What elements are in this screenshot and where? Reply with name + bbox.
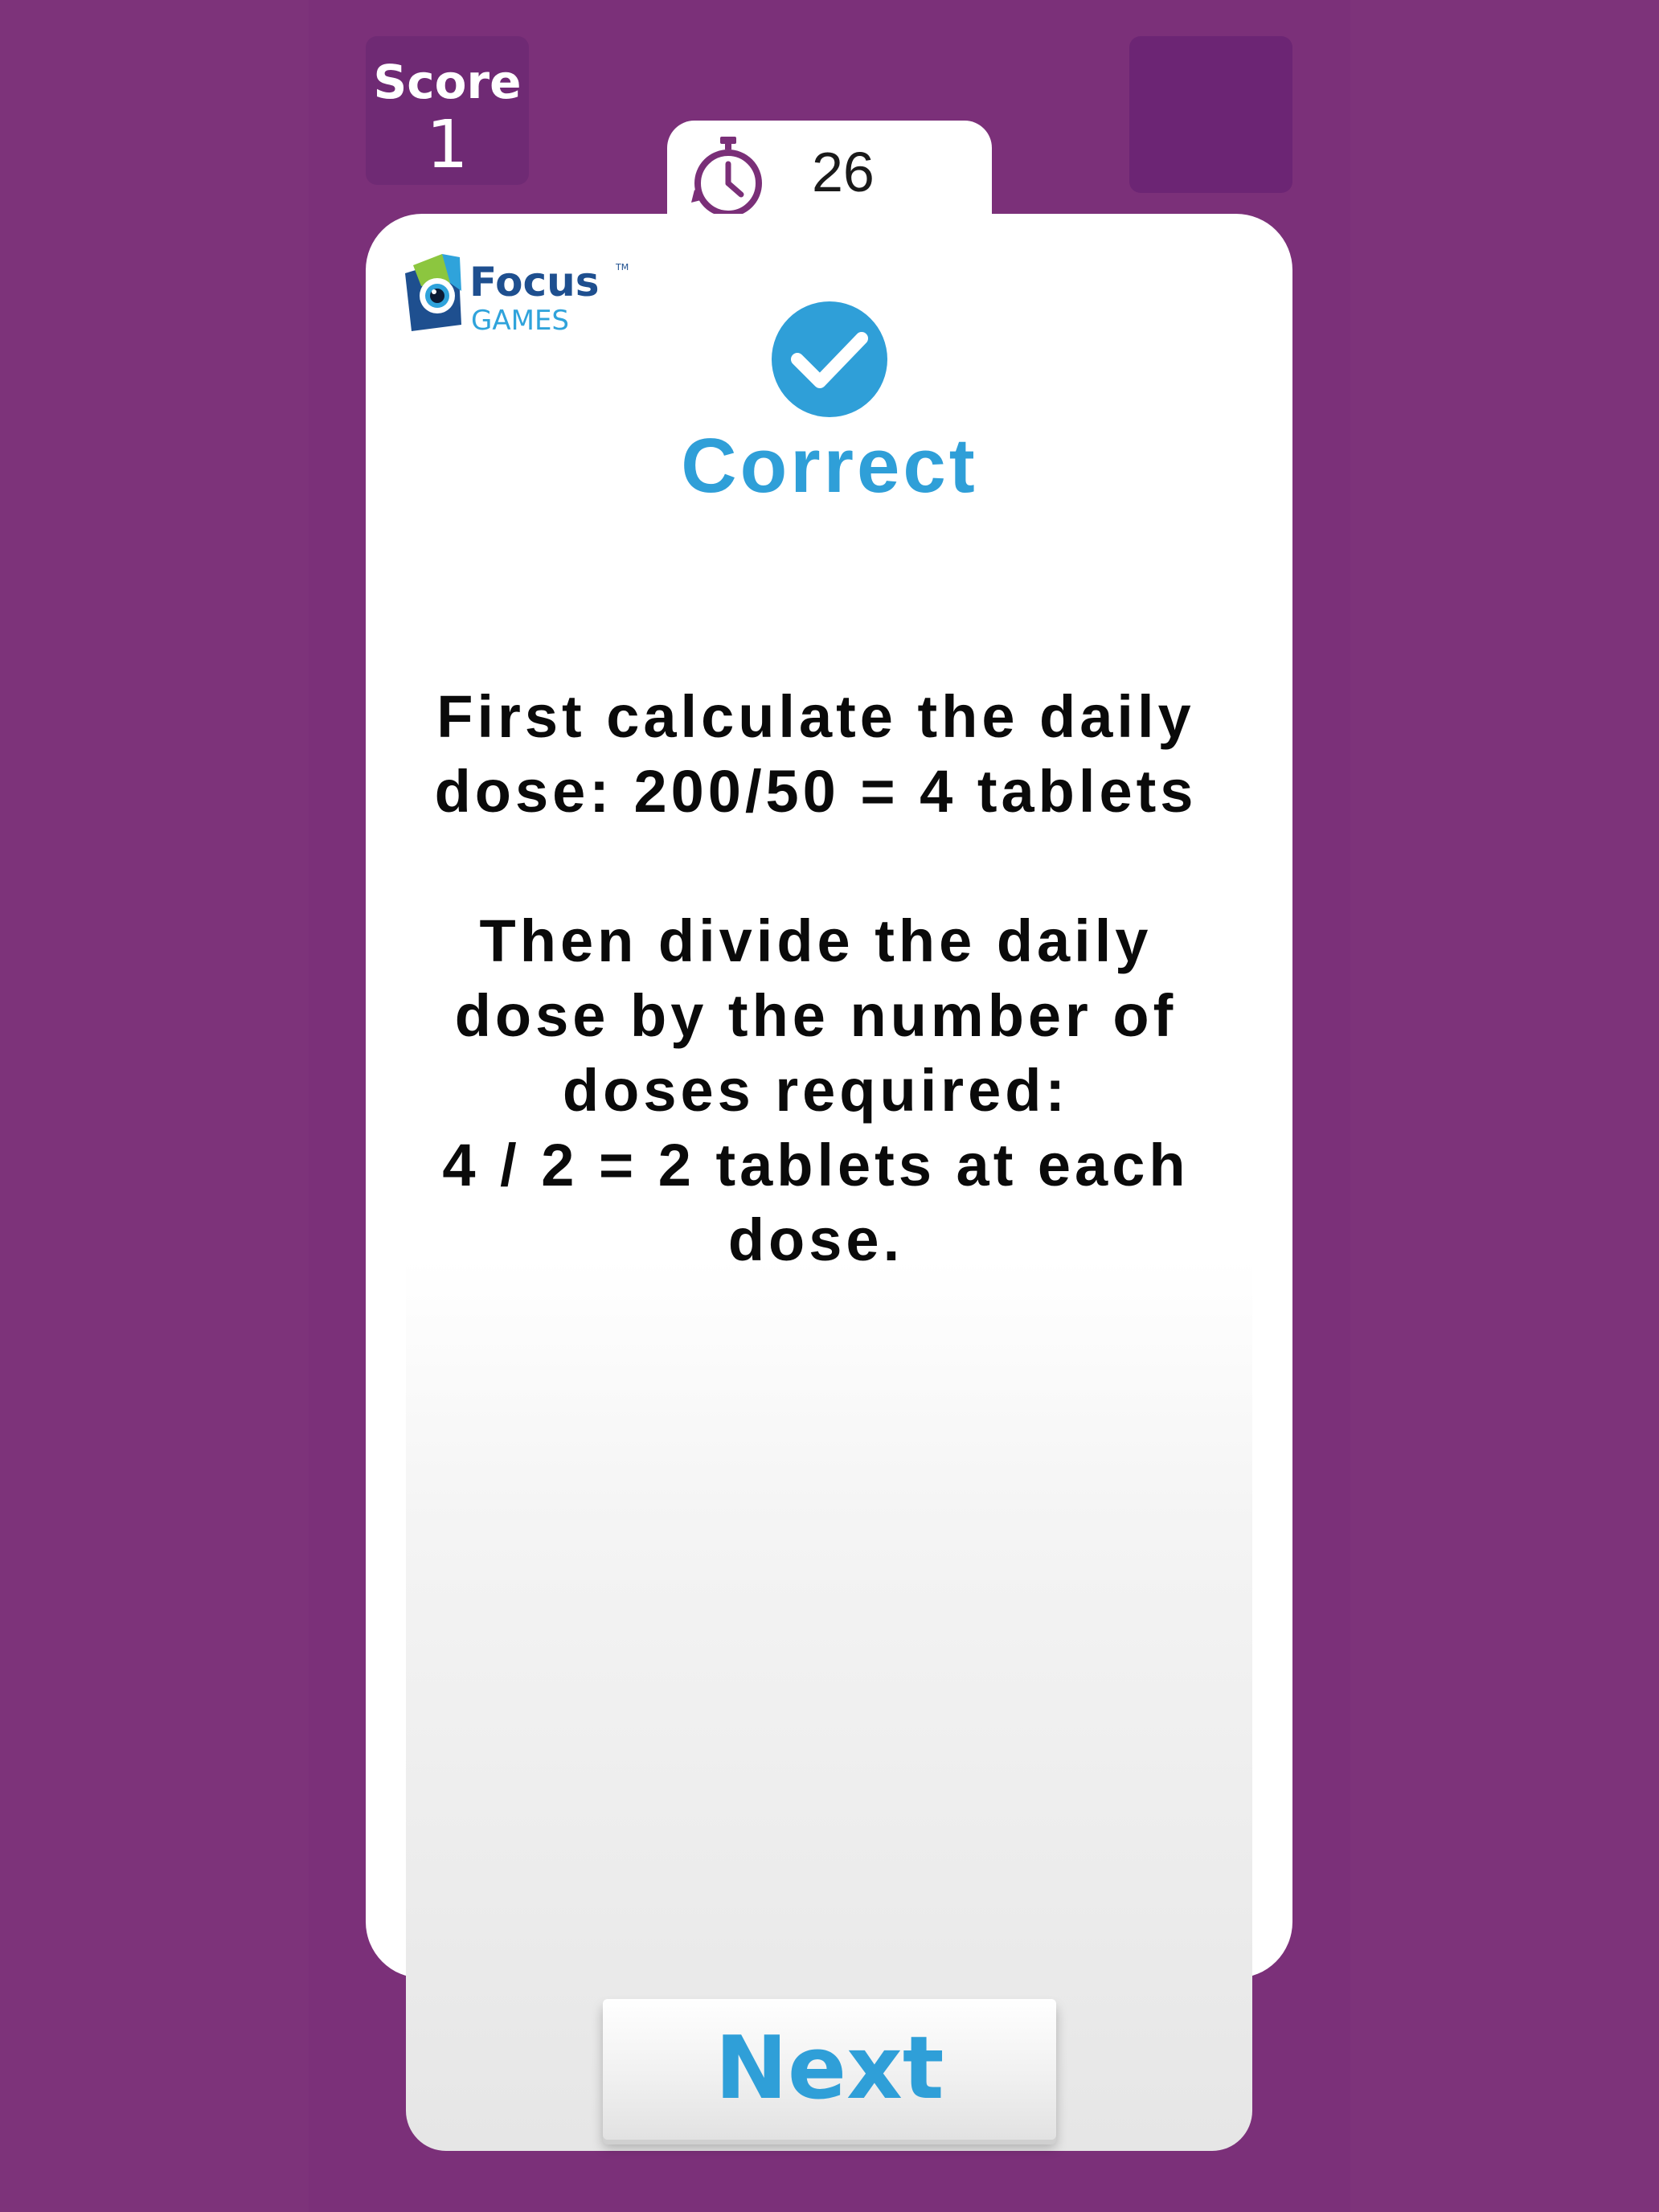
logo-text-games: GAMES [471,305,569,337]
explanation-line: Then divide the daily [479,907,1153,974]
next-button[interactable]: Next [603,1999,1056,2140]
stopwatch-icon [691,137,762,217]
empty-panel [1129,36,1292,193]
next-button-label: Next [715,2018,944,2119]
explanation-line: First calculate the daily [436,683,1195,750]
check-circle-icon [772,301,887,417]
score-panel: Score 1 [366,36,529,185]
explanation-text: First calculate the daily dose: 200/50 =… [394,679,1238,1277]
explanation-line: doses required: [562,1057,1070,1124]
result-title: Correct [681,423,978,509]
logo-text-focus: Focus [469,259,599,305]
timer-value: 26 [812,141,875,203]
explanation-line: dose: 200/50 = 4 tablets [434,758,1198,825]
score-value: 1 [426,107,469,183]
score-label: Score [373,55,522,109]
logo-text-trademark: TM [615,262,629,272]
focus-games-logo: Focus TM GAMES [405,254,629,337]
explanation-line: dose. [727,1206,904,1273]
explanation-line: dose by the number of [454,982,1178,1049]
explanation-line: 4 / 2 = 2 tablets at each [442,1132,1190,1198]
